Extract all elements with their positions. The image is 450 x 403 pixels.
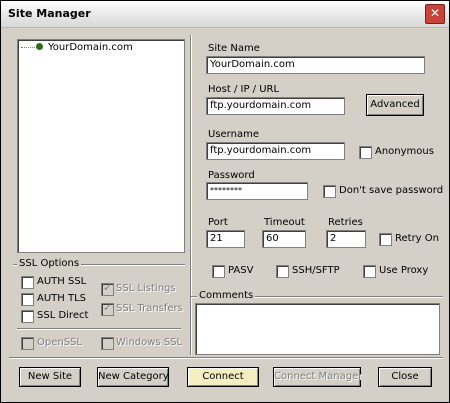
timeout-input[interactable]: 60 [262, 230, 306, 248]
retry-on-label: Retry On [395, 233, 439, 244]
port-label: Port [208, 217, 228, 228]
auth-tls-label: AUTH TLS [37, 293, 86, 304]
ssh-sftp-label: SSH/SFTP [292, 265, 340, 276]
openssl-checkbox[interactable] [21, 337, 34, 350]
windows-ssl-checkbox[interactable] [101, 337, 114, 350]
anonymous-checkbox[interactable] [359, 146, 372, 159]
site-name-input[interactable]: YourDomain.com [206, 56, 425, 74]
username-label: Username [208, 129, 259, 140]
password-label: Password [208, 170, 255, 181]
close-label: Close [391, 371, 419, 382]
use-proxy-label: Use Proxy [379, 265, 429, 276]
host-input[interactable]: ftp.yourdomain.com [206, 97, 345, 115]
site-manager-window: Site Manager ✕ YourDomain.com SSL Option… [0, 0, 450, 403]
pasv-label: PASV [228, 265, 254, 276]
window-title: Site Manager [8, 7, 91, 20]
retries-label: Retries [328, 217, 363, 228]
ssl-listings-label: SSL Listings [116, 283, 176, 294]
dont-save-password-label: Don't save password [339, 185, 444, 196]
auth-ssl-checkbox[interactable] [21, 276, 34, 289]
auth-tls-checkbox[interactable] [21, 293, 34, 306]
comments-label: Comments [197, 290, 256, 301]
advanced-button[interactable]: Advanced [366, 94, 424, 116]
close-icon[interactable]: ✕ [425, 4, 445, 24]
ssl-inner-rule [17, 328, 181, 330]
timeout-label: Timeout [264, 217, 305, 228]
connect-label: Connect [202, 371, 244, 382]
ssl-transfers-checkbox[interactable] [101, 301, 114, 316]
retry-on-checkbox[interactable] [379, 233, 392, 246]
password-input[interactable]: ******** [206, 182, 308, 200]
panel-divider [190, 35, 192, 355]
ssl-options-label: SSL Options [17, 258, 82, 269]
retries-input[interactable]: 2 [326, 230, 366, 248]
tree-item-yourdomain[interactable]: YourDomain.com [48, 42, 133, 53]
anonymous-label: Anonymous [375, 146, 434, 157]
connect-button[interactable]: Connect [187, 367, 259, 387]
dont-save-password-checkbox[interactable] [323, 185, 336, 198]
connect-manager-label: Connect Manager [274, 371, 363, 382]
new-site-button[interactable]: New Site [19, 367, 81, 387]
site-node-icon [36, 43, 43, 50]
ssl-listings-checkbox[interactable] [101, 281, 114, 296]
port-input[interactable]: 21 [206, 230, 245, 248]
ssl-direct-label: SSL Direct [37, 310, 89, 321]
openssl-label: OpenSSL [37, 337, 82, 348]
username-input[interactable]: ftp.yourdomain.com [206, 142, 345, 160]
ssh-sftp-checkbox[interactable] [276, 265, 289, 278]
pasv-checkbox[interactable] [212, 265, 225, 278]
close-button[interactable]: Close [378, 367, 432, 387]
connect-manager-button[interactable]: Connect Manager [273, 367, 363, 387]
auth-ssl-label: AUTH SSL [37, 276, 87, 287]
comments-textarea[interactable] [195, 303, 440, 355]
use-proxy-checkbox[interactable] [363, 265, 376, 278]
site-tree[interactable]: YourDomain.com [17, 39, 185, 253]
bottom-rule [9, 357, 443, 359]
ssl-transfers-label: SSL Transfers [116, 303, 183, 314]
tree-connector [21, 47, 35, 48]
site-name-label: Site Name [208, 43, 260, 54]
new-category-button[interactable]: New Category [97, 367, 169, 387]
host-label: Host / IP / URL [208, 84, 280, 95]
title-bar: Site Manager ✕ [1, 1, 449, 28]
advanced-button-label: Advanced [370, 99, 420, 110]
windows-ssl-label: Windows SSL [116, 337, 183, 348]
new-site-label: New Site [27, 371, 73, 382]
new-category-label: New Category [98, 371, 169, 382]
ssl-direct-checkbox[interactable] [21, 310, 34, 323]
